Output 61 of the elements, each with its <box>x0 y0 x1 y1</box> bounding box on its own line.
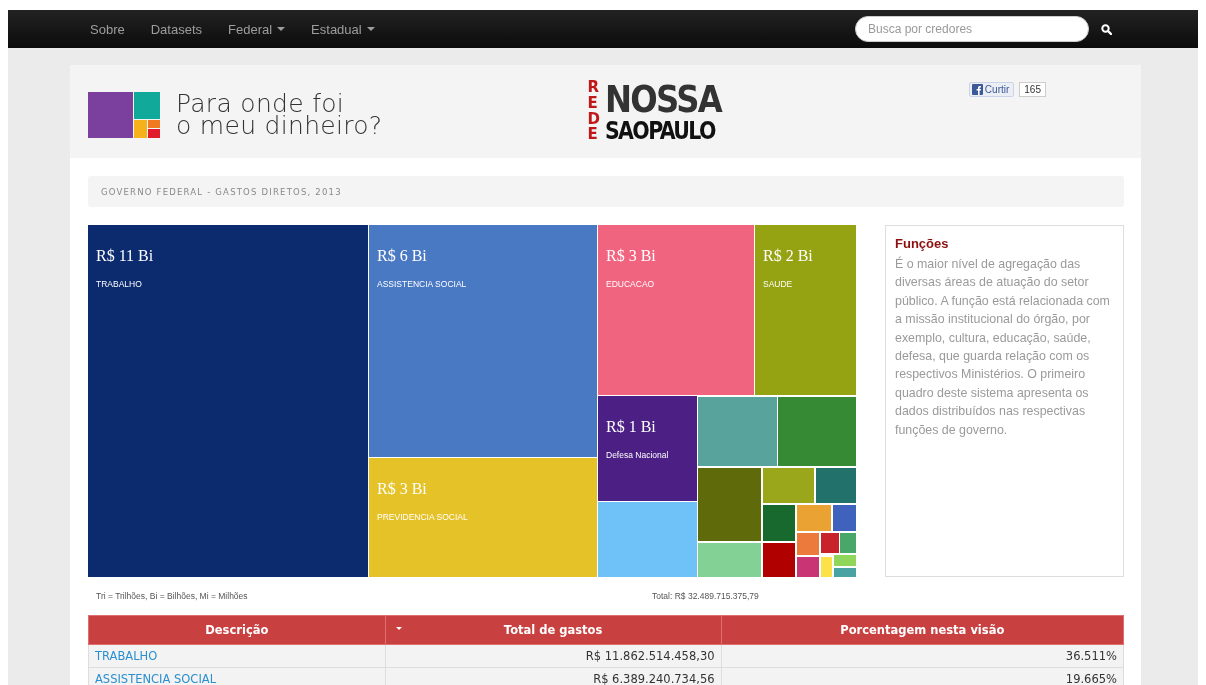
tile-label: SAUDE <box>763 279 794 289</box>
nav-link[interactable]: Estadual <box>311 21 375 37</box>
treemap-tile[interactable] <box>821 557 832 577</box>
treemap-tile[interactable]: R$ 2 Bi SAUDE <box>755 225 856 395</box>
treemap-tile[interactable] <box>834 568 856 577</box>
nav-link[interactable]: Sobre <box>90 21 125 37</box>
treemap-tile[interactable]: R$ 1 Bi Defesa Nacional <box>598 396 697 501</box>
tile-label: TRABALHO <box>96 279 143 289</box>
treemap-tile[interactable]: R$ 11 Bi TRABALHO <box>88 225 368 577</box>
treemap-tile[interactable] <box>840 533 856 553</box>
tile-label: EDUCACAO <box>606 279 656 289</box>
search-icon[interactable] <box>1101 23 1112 35</box>
treemap-tile[interactable] <box>778 397 856 466</box>
column-header[interactable]: Descrição <box>88 615 386 645</box>
facebook-icon <box>971 84 983 95</box>
tile-value: R$ 3 Bi <box>606 247 657 265</box>
table-link[interactable]: TRABALHO <box>95 649 158 663</box>
treemap-tile[interactable] <box>834 555 856 566</box>
logo-icon <box>88 92 160 138</box>
tile-label: PREVIDENCIA SOCIAL <box>377 512 469 522</box>
breadcrumb: GOVERNO FEDERAL - GASTOS DIRETOS, 2013 <box>88 176 1124 207</box>
site-title: Para onde foi o meu dinheiro? <box>176 93 383 137</box>
table-cell: R$ 11.862.514.458,30 <box>385 644 722 668</box>
tile-value: R$ 2 Bi <box>763 247 814 265</box>
sort-icon[interactable] <box>395 627 402 630</box>
info-text: É o maior nível de agregação das diversas áreas de atuação do setor público. A função está relacionada com a missão institucional do órgão, por exemplo, cultura, educação, saúde, defesa, que guarda relação com os respectivos Ministérios. O primeiro quadro deste sistema apresenta os dados distribuídos nas respectivas funções de governo. <box>895 255 1111 439</box>
treemap-tile[interactable] <box>797 533 819 555</box>
info-title: Funções <box>895 236 950 251</box>
treemap-tile[interactable] <box>763 505 795 541</box>
legend-text: Tri = Trilhões, Bi = Bilhões, Mi = Milhões <box>96 591 249 603</box>
tile-label: ASSISTENCIA SOCIAL <box>377 279 468 289</box>
treemap-tile[interactable] <box>598 502 697 577</box>
tile-value: R$ 1 Bi <box>606 418 657 436</box>
nav-link[interactable]: Datasets <box>150 21 202 37</box>
nav-link[interactable]: Federal <box>228 21 286 37</box>
like-button[interactable]: Curtir <box>968 82 1015 97</box>
partner-logo-text: REDE <box>587 80 601 143</box>
column-header[interactable]: Total de gastos <box>385 615 722 645</box>
treemap-tile[interactable] <box>821 533 839 553</box>
column-header[interactable]: Porcentagem nesta visão <box>721 615 1124 645</box>
like-count: 165 <box>1019 82 1046 97</box>
partner-logo-text: SAOPAULO <box>605 118 717 143</box>
treemap-tile[interactable]: R$ 6 Bi ASSISTENCIA SOCIAL <box>369 225 597 457</box>
tile-label: Defesa Nacional <box>606 450 670 460</box>
treemap-tile[interactable] <box>797 505 831 531</box>
treemap-tile[interactable] <box>698 543 761 577</box>
partner-logo-text: NOSSA <box>605 80 722 118</box>
tile-value: R$ 3 Bi <box>377 480 428 498</box>
table-cell: 36.511% <box>721 644 1124 668</box>
treemap-tile[interactable]: R$ 3 Bi EDUCACAO <box>598 225 754 395</box>
tile-value: R$ 6 Bi <box>377 247 428 265</box>
treemap-tile[interactable] <box>763 468 814 503</box>
treemap-tile[interactable] <box>833 505 856 531</box>
treemap-tile[interactable] <box>763 543 795 577</box>
total-text: Total: R$ 32.489.715.375,79 <box>652 591 759 603</box>
search-field[interactable]: Busca por credores <box>855 16 1089 42</box>
tile-value: R$ 11 Bi <box>96 247 155 265</box>
treemap-tile[interactable] <box>797 557 819 577</box>
treemap-tile[interactable] <box>698 468 761 541</box>
treemap-tile[interactable] <box>698 397 777 466</box>
treemap-tile[interactable] <box>816 468 856 503</box>
